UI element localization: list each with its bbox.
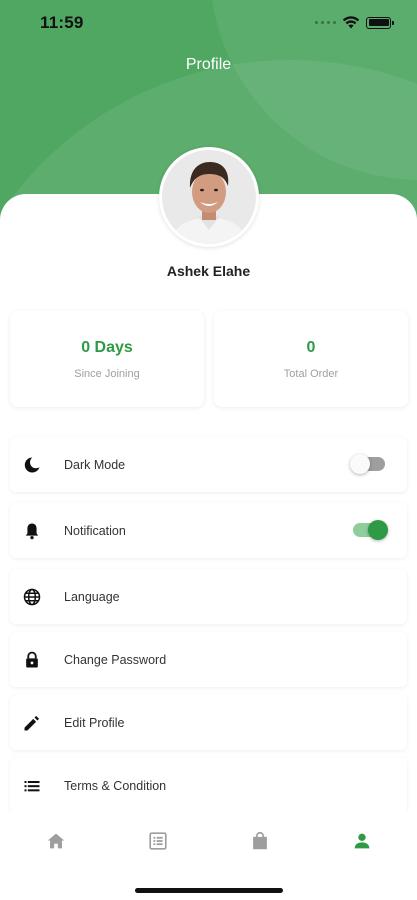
status-bar: 11:59 — [0, 0, 417, 48]
nav-home-button[interactable] — [44, 829, 68, 853]
menu-item-terms[interactable]: Terms & Condition — [10, 758, 407, 813]
signal-icon — [315, 21, 336, 24]
globe-icon — [21, 586, 43, 608]
avatar[interactable] — [159, 147, 259, 247]
stat-card-orders: 0 Total Order — [214, 311, 408, 407]
menu-item-label: Language — [64, 589, 120, 604]
stat-card-days: 0 Days Since Joining — [10, 311, 204, 407]
menu-item-label: Dark Mode — [64, 457, 126, 472]
nav-cart-button[interactable] — [248, 829, 272, 853]
menu-item-label: Change Password — [64, 652, 167, 667]
orders-icon — [149, 832, 167, 850]
total-order-value: 0 — [306, 339, 316, 356]
toggle-knob — [368, 520, 388, 540]
page-title: Profile — [185, 56, 232, 73]
menu-item-dark-mode[interactable]: Dark Mode — [10, 437, 407, 492]
total-order-label: Total Order — [283, 368, 339, 380]
home-icon — [47, 833, 65, 849]
lock-icon — [21, 649, 43, 671]
menu-item-edit-profile[interactable]: Edit Profile — [10, 695, 407, 750]
notification-toggle[interactable] — [353, 520, 388, 540]
status-icons — [315, 16, 394, 29]
profile-icon — [354, 833, 370, 849]
battery-icon — [366, 16, 394, 29]
pencil-icon — [21, 712, 43, 734]
days-since-joining-value: 0 Days — [81, 339, 133, 356]
moon-icon — [21, 454, 43, 476]
user-name: Ashek Elahe — [166, 263, 251, 279]
nav-profile-button[interactable] — [350, 829, 374, 853]
nav-orders-button[interactable] — [146, 829, 170, 853]
toggle-knob — [350, 454, 370, 474]
days-since-joining-label: Since Joining — [74, 368, 140, 380]
menu-item-label: Notification — [64, 523, 126, 538]
menu-item-language[interactable]: Language — [10, 569, 407, 624]
menu-item-notification[interactable]: Notification — [10, 503, 407, 558]
home-indicator — [135, 888, 283, 893]
dark-mode-toggle[interactable] — [350, 454, 385, 474]
cart-bag-icon — [253, 832, 267, 850]
bottom-nav — [0, 811, 417, 900]
menu-item-change-password[interactable]: Change Password — [10, 632, 407, 687]
wifi-icon — [342, 16, 360, 29]
menu-item-label: Terms & Condition — [64, 778, 167, 793]
list-icon — [21, 775, 43, 797]
status-time: 11:59 — [40, 13, 84, 32]
menu-item-label: Edit Profile — [64, 715, 125, 730]
bell-icon — [21, 520, 43, 542]
avatar-photo — [162, 150, 256, 244]
